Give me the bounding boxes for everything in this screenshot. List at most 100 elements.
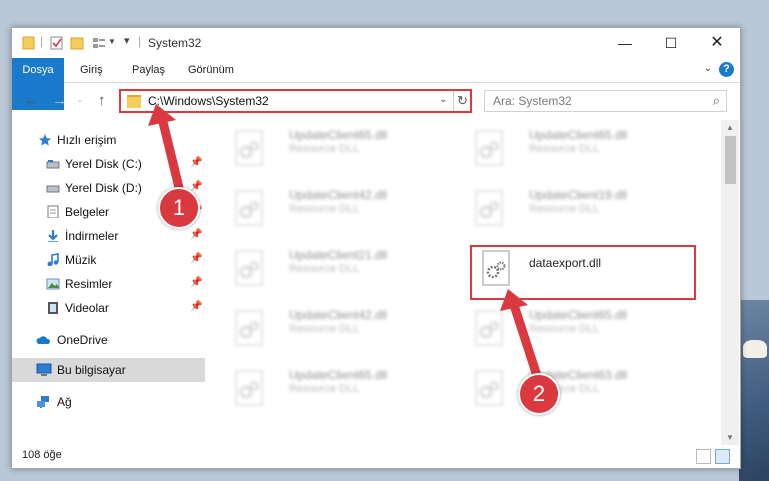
file-type: Resource DLL [289,383,360,395]
file-explorer-window: | ▼ ▾ | System32 — ☐ ✕ Dosya Giriş Payla… [11,27,741,469]
file-item[interactable]: UpdateClient65.dll Resource DLL [457,120,687,172]
vertical-scrollbar[interactable]: ▲ ▼ [721,120,739,445]
dll-file-icon [235,310,263,346]
search-placeholder: Ara: System32 [493,94,572,108]
desktop-background [739,300,769,481]
chevron-down-icon[interactable]: ▼ [108,37,116,46]
recent-locations-icon[interactable]: ⌄ [76,94,84,105]
drive-icon [46,160,60,169]
dll-file-icon [235,130,263,166]
chevron-down-icon[interactable]: ⌄ [439,94,447,105]
file-type: Resource DLL [529,143,600,155]
status-bar: 108 öğe [12,446,740,468]
search-icon[interactable]: ⌕ [713,93,720,109]
file-name: UpdateClient19.dll [529,188,628,202]
forward-button[interactable]: → [52,92,67,109]
music-icon [47,253,59,266]
large-icons-view-icon[interactable] [715,449,730,464]
tab-view[interactable]: Görünüm [188,58,234,82]
minimize-button[interactable]: — [602,28,648,58]
nav-label: Hızlı erişim [57,133,117,147]
file-item[interactable]: UpdateClient63.dll Resource DLL [457,360,687,412]
ribbon-tabs: Dosya Giriş Paylaş Görünüm ⌄ ? [12,58,740,110]
file-name: UpdateClient42.dll [289,188,388,202]
item-count: 108 öğe [22,449,62,461]
properties-icon[interactable] [50,36,64,50]
title-bar: | ▼ ▾ | System32 — ☐ ✕ [12,28,740,58]
maximize-button[interactable]: ☐ [648,28,694,58]
cloud-icon [36,336,51,344]
computer-icon [36,363,52,376]
pictures-icon [46,278,60,290]
expand-ribbon-icon[interactable]: ⌄ [704,63,712,74]
dll-file-icon [475,190,503,226]
nav-item-pictures[interactable]: Resimler 📌 [12,272,205,296]
nav-item-music[interactable]: Müzik 📌 [12,248,205,272]
pin-icon[interactable]: 📌 [190,253,202,264]
search-input[interactable]: Ara: System32 ⌕ [484,90,727,112]
drive-icon [46,185,60,193]
back-button[interactable]: ← [24,92,39,109]
nav-label: İndirmeler [65,229,119,243]
pin-icon[interactable]: 📌 [190,301,202,312]
file-item[interactable]: UpdateClient65.dll Resource DLL [217,120,447,172]
nav-label: OneDrive [57,333,108,347]
file-name: UpdateClient42.dll [289,308,388,322]
scroll-down-icon[interactable]: ▼ [726,433,734,442]
separator: | [40,34,44,48]
desktop-shape [743,340,767,358]
dll-file-icon [235,190,263,226]
file-type: Resource DLL [289,143,360,155]
details-view-icon[interactable] [696,449,711,464]
pin-icon[interactable]: 📌 [190,277,202,288]
pin-icon[interactable]: 📌 [190,229,202,240]
nav-label: Videolar [65,301,109,315]
file-type: Resource DLL [289,203,360,215]
tab-share[interactable]: Paylaş [132,58,165,82]
file-type: Resource DLL [289,263,360,275]
nav-item-videos[interactable]: Videolar 📌 [12,296,205,320]
downloads-icon [48,230,58,242]
folder-icon [22,36,35,50]
file-name: UpdateClient65.dll [289,368,388,382]
file-item[interactable]: UpdateClient19.dll Resource DLL [457,180,687,232]
file-item[interactable]: UpdateClient65.dll Resource DLL [217,360,447,412]
callout-badge-1: 1 [158,187,200,229]
file-item[interactable]: UpdateClient42.dll Resource DLL [217,180,447,232]
separator: | [138,34,142,48]
new-folder-icon[interactable] [70,36,84,50]
callout-badge-2: 2 [518,373,560,415]
star-icon [39,134,51,146]
file-type: Resource DLL [289,323,360,335]
file-name: UpdateClient21.dll [289,248,388,262]
file-item[interactable]: UpdateClient42.dll Resource DLL [217,300,447,352]
file-item[interactable]: UpdateClient21.dll Resource DLL [217,240,447,292]
dll-file-icon [235,370,263,406]
nav-item-this-pc[interactable]: Bu bilgisayar [12,358,205,382]
nav-label: Bu bilgisayar [57,363,126,377]
file-name: UpdateClient65.dll [289,128,388,142]
scrollbar-thumb[interactable] [725,136,736,184]
nav-label: Resimler [65,277,113,291]
videos-icon [48,302,58,314]
network-icon [37,396,49,408]
file-name: UpdateClient65.dll [529,128,628,142]
dll-file-icon [235,250,263,286]
refresh-button[interactable]: ↻ [453,91,471,111]
nav-label: Yerel Disk (C:) [65,157,142,171]
nav-label: Ağ [57,395,72,409]
tab-home[interactable]: Giriş [80,58,103,82]
customize-toolbar-icon[interactable]: ▾ [124,34,130,47]
up-button[interactable]: ↑ [98,92,106,109]
file-item[interactable]: UpdateClient65.dll Resource DLL [457,300,687,352]
view-options-icon[interactable] [92,36,106,50]
close-button[interactable]: ✕ [694,28,740,58]
nav-item-onedrive[interactable]: OneDrive [12,328,205,352]
nav-item-network[interactable]: Ağ [12,390,205,414]
documents-icon [47,205,59,218]
nav-label: Belgeler [65,205,110,219]
file-type: Resource DLL [529,203,600,215]
navigation-bar: ← → ⌄ ↑ C:\Windows\System32 ⌄ ↻ Ara: Sys… [12,83,740,119]
scroll-up-icon[interactable]: ▲ [726,123,734,132]
help-button[interactable]: ? [719,62,734,77]
